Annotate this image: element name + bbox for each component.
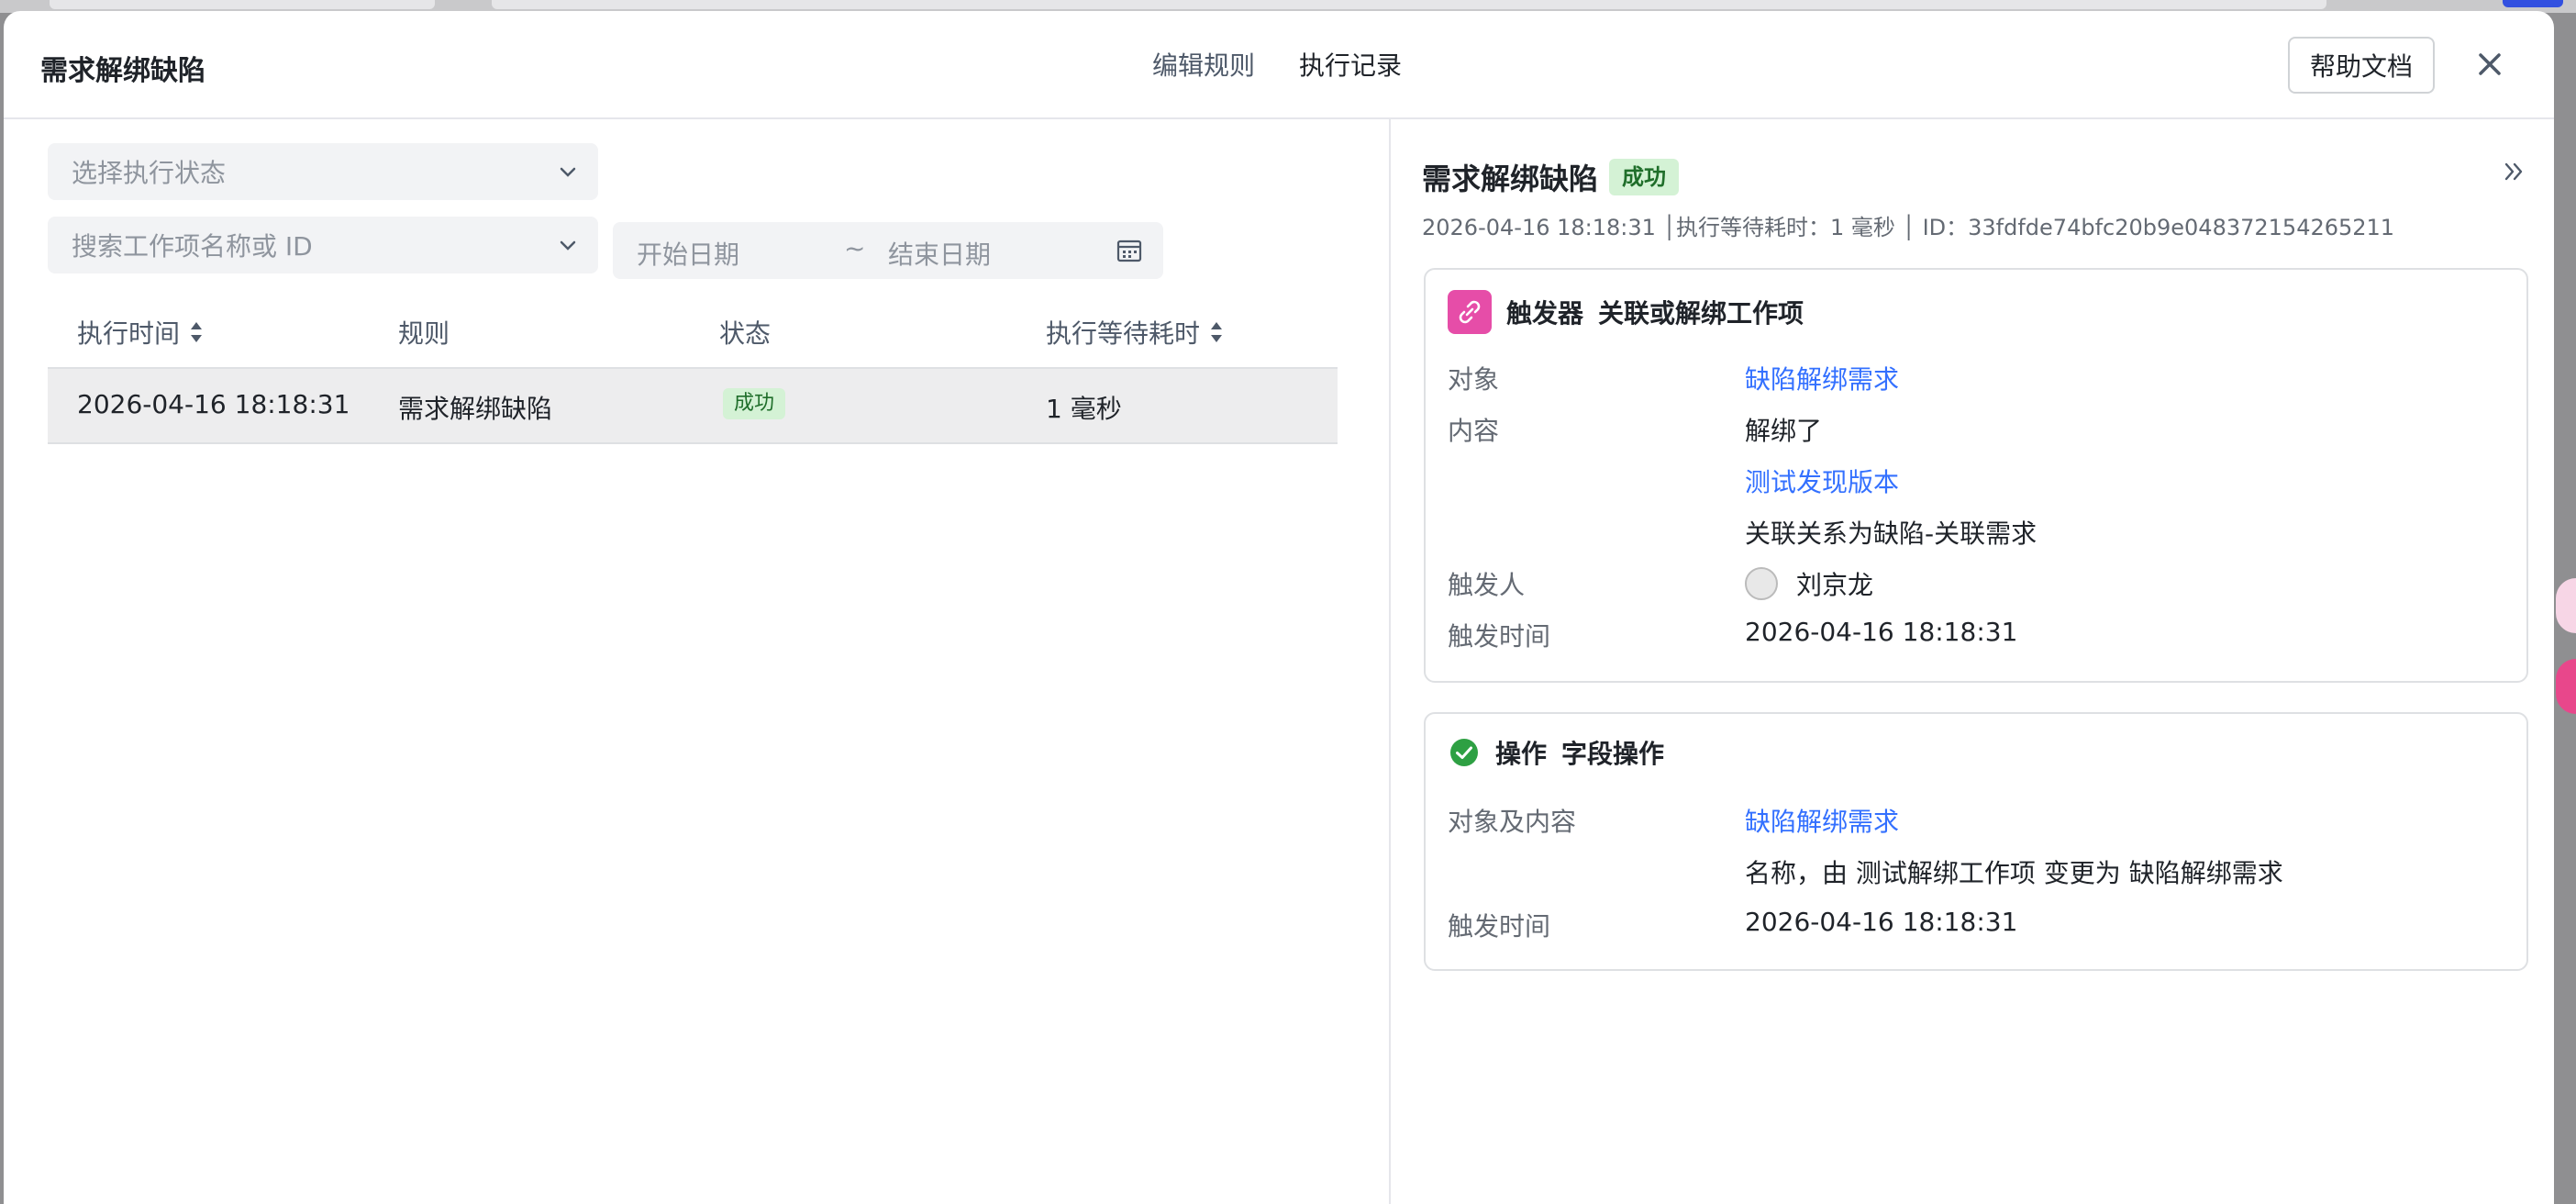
records-list-pane: 选择执行状态 搜索工作项名称或 ID 开始日期 ~ 结束日期 执行时间 规则 状…	[4, 119, 1389, 1204]
tab-edit-rules[interactable]: 编辑规则	[1152, 46, 1255, 83]
modal-title: 需求解绑缺陷	[40, 55, 205, 87]
trigger-time-label: 触发时间	[1448, 621, 1551, 652]
cell-status: 成功	[723, 385, 786, 419]
trigger-person-name: 刘京龙	[1796, 570, 1874, 600]
date-range-picker[interactable]: 开始日期 ~ 结束日期	[613, 222, 1163, 279]
trigger-card-header: 触发器 关联或解绑工作项	[1448, 290, 1804, 334]
double-chevron-right-icon[interactable]	[2501, 158, 2528, 185]
detail-meta: 2026-04-16 18:18:31 │执行等待耗时：1 毫秒 │ ID：33…	[1422, 215, 2395, 240]
date-separator: ~	[844, 233, 866, 263]
search-work-item-select[interactable]: 搜索工作项名称或 ID	[48, 217, 598, 273]
action-type-label: 操作	[1495, 739, 1548, 769]
action-change-text: 名称，由 测试解绑工作项 变更为 缺陷解绑需求	[1745, 858, 2283, 888]
action-card: 操作 字段操作 对象及内容 缺陷解绑需求 名称，由 测试解绑工作项 变更为 缺陷…	[1424, 712, 2528, 971]
detail-header: 需求解绑缺陷 成功	[1422, 156, 1680, 198]
floating-side-widget[interactable]	[2556, 578, 2576, 633]
close-icon[interactable]	[2471, 46, 2508, 83]
floating-side-widget-2[interactable]	[2556, 659, 2576, 714]
detail-title: 需求解绑缺陷	[1422, 162, 1599, 196]
help-docs-button[interactable]: 帮助文档	[2288, 37, 2435, 94]
column-header-status: 状态	[719, 318, 772, 349]
content-label: 内容	[1448, 416, 1500, 446]
table-header: 执行时间 规则 状态 执行等待耗时	[48, 292, 1338, 369]
action-card-header: 操作 字段操作	[1448, 734, 1664, 771]
link-icon	[1448, 290, 1492, 334]
search-placeholder: 搜索工作项名称或 ID	[72, 231, 313, 262]
status-select-placeholder: 选择执行状态	[72, 158, 227, 188]
column-header-time[interactable]: 执行时间	[77, 314, 204, 351]
status-badge: 成功	[723, 388, 786, 419]
tab-bar: 编辑规则 执行记录	[1152, 46, 1402, 83]
object-label: 对象	[1448, 364, 1500, 395]
object-link[interactable]: 缺陷解绑需求	[1745, 360, 1899, 396]
execution-records-table: 执行时间 规则 状态 执行等待耗时 2026-04-16 18:18:31 需求…	[48, 292, 1338, 444]
content-field-link[interactable]: 测试发现版本	[1745, 463, 1899, 499]
object-content-label: 对象及内容	[1448, 807, 1577, 837]
start-date-input[interactable]: 开始日期	[637, 235, 739, 272]
sort-icon[interactable]	[189, 320, 204, 344]
record-detail-pane: 需求解绑缺陷 成功 2026-04-16 18:18:31 │执行等待耗时：1 …	[1391, 119, 2554, 1204]
content-relation: 关联关系为缺陷-关联需求	[1745, 518, 2037, 549]
action-time-label: 触发时间	[1448, 911, 1551, 942]
chevron-down-icon	[560, 167, 576, 177]
trigger-time-value: 2026-04-16 18:18:31	[1745, 617, 2018, 647]
trigger-person-label: 触发人	[1448, 570, 1526, 600]
action-time-value: 2026-04-16 18:18:31	[1745, 907, 2018, 937]
avatar	[1745, 567, 1778, 600]
trigger-type-label: 触发器	[1506, 298, 1584, 329]
modal-header: 需求解绑缺陷 编辑规则 执行记录 帮助文档	[4, 11, 2554, 119]
background-primary-button	[2503, 0, 2563, 7]
trigger-name: 关联或解绑工作项	[1598, 298, 1804, 329]
action-object-link[interactable]: 缺陷解绑需求	[1745, 802, 1899, 839]
tab-execution-records[interactable]: 执行记录	[1299, 46, 1402, 83]
check-circle-icon	[1450, 739, 1478, 766]
trigger-card: 触发器 关联或解绑工作项 对象 缺陷解绑需求 内容 解绑了 测试发现版本 关联关…	[1424, 268, 2528, 683]
status-select[interactable]: 选择执行状态	[48, 143, 598, 200]
automation-rule-modal: 需求解绑缺陷 编辑规则 执行记录 帮助文档 选择执行状态 搜索工作项名称或 ID…	[4, 11, 2554, 1204]
cell-time: 2026-04-16 18:18:31	[77, 389, 350, 419]
sort-icon[interactable]	[1209, 320, 1224, 344]
status-badge: 成功	[1609, 159, 1680, 195]
column-header-wait-time[interactable]: 执行等待耗时	[1046, 314, 1224, 351]
column-header-rule: 规则	[398, 318, 450, 349]
cell-rule: 需求解绑缺陷	[398, 394, 553, 424]
cell-wait-time: 1 毫秒	[1046, 394, 1122, 424]
chevron-down-icon	[560, 240, 576, 251]
content-action: 解绑了	[1745, 416, 1823, 446]
background-workspace-selector	[50, 0, 435, 9]
action-name: 字段操作	[1561, 739, 1665, 769]
background-toolbar	[492, 0, 2326, 9]
table-row[interactable]: 2026-04-16 18:18:31 需求解绑缺陷 成功 1 毫秒	[48, 369, 1338, 444]
end-date-input[interactable]: 结束日期	[888, 235, 991, 272]
calendar-icon[interactable]	[1116, 237, 1143, 264]
